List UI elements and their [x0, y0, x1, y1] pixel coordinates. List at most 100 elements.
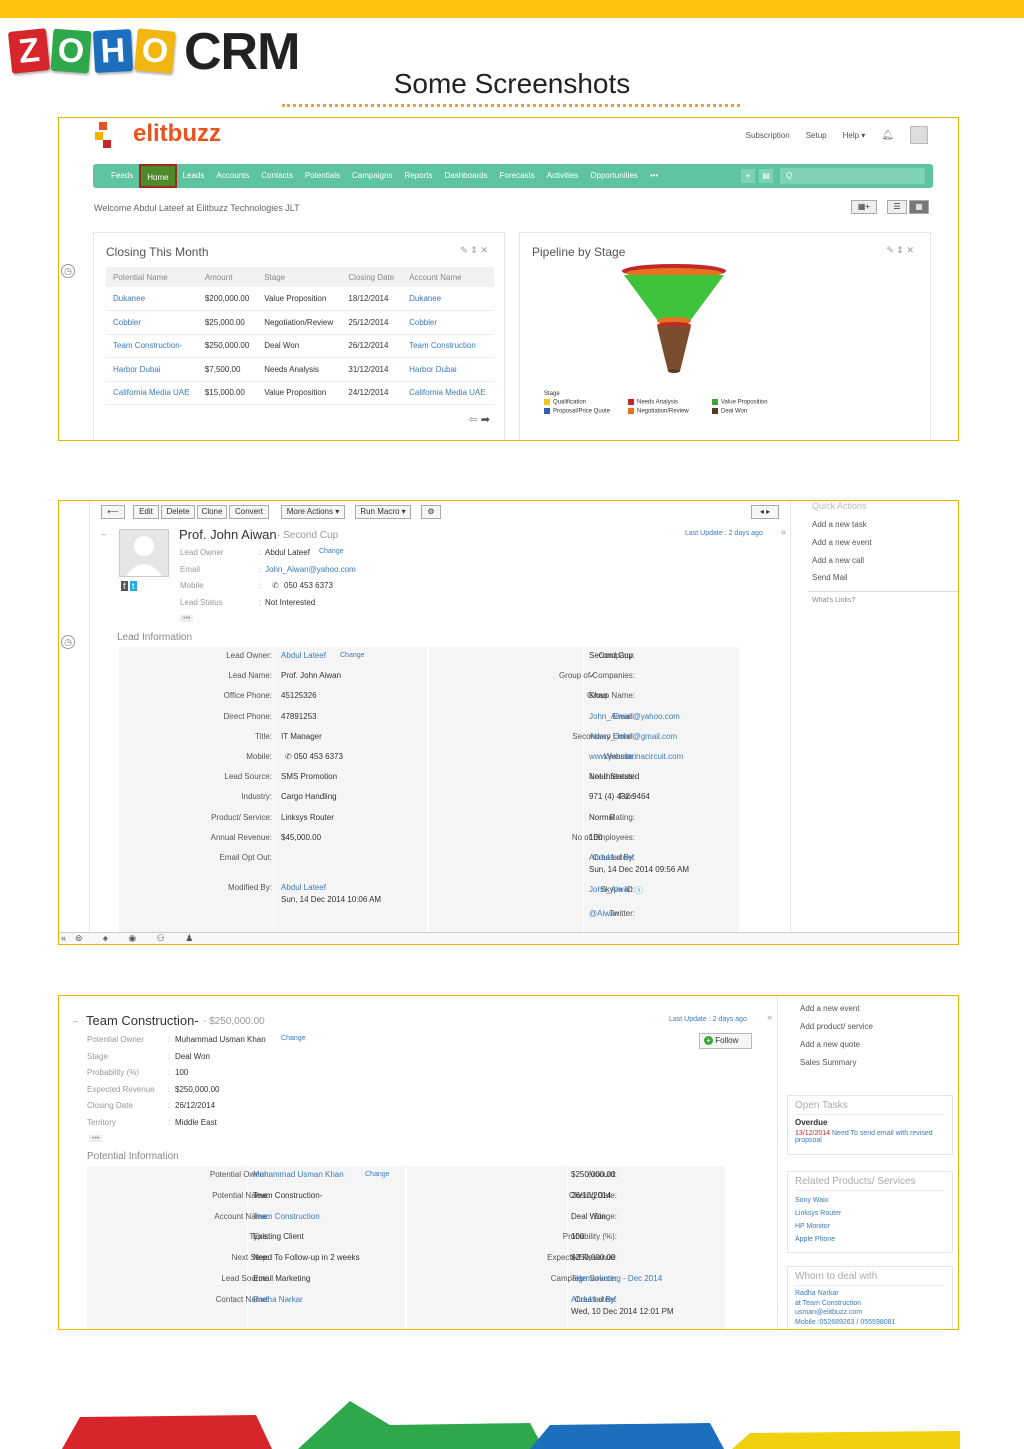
run-macro-button[interactable]: Run Macro ▾ — [355, 505, 411, 519]
field-value[interactable]: Abdul Lateef — [589, 853, 634, 862]
contact-company[interactable]: at Team Construction — [795, 1299, 945, 1309]
subscription-link[interactable]: Subscription — [746, 131, 790, 140]
help-menu[interactable]: Help ▾ — [843, 131, 866, 140]
field-value[interactable]: Team Construction — [253, 1212, 320, 1221]
clone-button[interactable]: Clone — [197, 505, 227, 519]
add-task-link[interactable]: Add a new task — [812, 520, 867, 529]
change-link[interactable]: Change — [365, 1171, 390, 1178]
nav-potentials[interactable]: Potentials — [299, 164, 346, 188]
table-cell[interactable]: Cobbler — [106, 310, 198, 335]
layout-grid-icon[interactable]: ▦ — [909, 200, 929, 214]
skype-icon[interactable]: ⓢ — [635, 885, 643, 896]
table-cell[interactable]: Dukanee — [402, 287, 494, 311]
column-header[interactable]: Stage — [257, 267, 342, 287]
field-value[interactable]: John_Aiwan — [589, 885, 633, 894]
nav-home[interactable]: Home — [139, 164, 177, 188]
gear-icon[interactable]: ⚙ — [421, 505, 441, 519]
more-dots[interactable]: ••• — [89, 1135, 103, 1142]
change-link[interactable]: Change — [319, 548, 344, 555]
add-event-link[interactable]: Add a new event — [812, 538, 872, 547]
summary-value[interactable]: John_Aiwan@yahoo.com — [265, 565, 356, 574]
add-icon[interactable]: + — [741, 169, 755, 183]
more-actions-button[interactable]: More Actions ▾ — [281, 505, 345, 519]
nav-campaigns[interactable]: Campaigns — [346, 164, 398, 188]
field-value[interactable]: Abdul Lateef — [281, 651, 326, 660]
add-widget-button[interactable]: ▦+ — [851, 200, 877, 214]
field-value[interactable]: John_Aiwan@yahoo.com — [589, 712, 680, 721]
back-arrow-icon[interactable]: ⟵ — [101, 505, 125, 519]
add-product-link[interactable]: Add product/ service — [800, 1022, 873, 1031]
nav-feeds[interactable]: Feeds — [105, 164, 139, 188]
more-dots[interactable]: ••• — [180, 615, 194, 622]
phone-icon[interactable]: ✆ — [285, 752, 292, 761]
nav-forecasts[interactable]: Forecasts — [494, 164, 541, 188]
nav-reports[interactable]: Reports — [398, 164, 438, 188]
social-icons[interactable]: f t — [121, 581, 137, 591]
bell-icon[interactable]: 🔔︎ — [881, 130, 894, 141]
related-item[interactable]: Apple Phone — [795, 1233, 945, 1246]
add-quote-link[interactable]: Add a new quote — [800, 1040, 873, 1049]
panel-tools-icon[interactable]: ✎ ⇕ ✕ — [886, 245, 914, 256]
field-value[interactable]: Aiwan_John@gmail.com — [589, 732, 677, 741]
nav-more[interactable]: ••• — [644, 164, 664, 188]
phone-icon[interactable]: ✆ — [272, 581, 279, 590]
field-value[interactable]: Muhammad Usman Khan — [253, 1170, 344, 1179]
prev-next-icon[interactable]: ◂ ▸ — [751, 505, 779, 519]
contact-email[interactable]: usman@elitbuzz.com — [795, 1308, 945, 1318]
add-call-link[interactable]: Add a new call — [812, 556, 864, 565]
panel-tools-icon[interactable]: ✎ ⇕ ✕ — [460, 245, 488, 256]
table-cell[interactable]: Team Construction- — [106, 334, 198, 358]
nav-opportunities[interactable]: Opportunities — [584, 164, 644, 188]
sales-summary-link[interactable]: Sales Summary — [800, 1058, 873, 1067]
related-item[interactable]: Linksys Router — [795, 1207, 945, 1220]
delete-button[interactable]: Delete — [161, 505, 195, 519]
field-value[interactable]: Radha Narkar — [253, 1295, 303, 1304]
nav-contacts[interactable]: Contacts — [255, 164, 299, 188]
column-header[interactable]: Amount — [197, 267, 258, 287]
table-cell[interactable]: Team Construction — [402, 334, 494, 358]
related-item[interactable]: HP Monitor — [795, 1220, 945, 1233]
column-header[interactable]: Closing Date — [341, 267, 403, 287]
pager-arrows-icon[interactable]: ⇦ ➡ — [469, 413, 491, 426]
bottom-toolbar[interactable]: «⊚ ♠ ◉ ⚇ ♟ — [59, 932, 958, 944]
send-mail-link[interactable]: Send Mail — [812, 573, 848, 582]
nav-activities[interactable]: Activities — [541, 164, 585, 188]
whats-links[interactable]: What's Links? — [812, 597, 855, 604]
nav-accounts[interactable]: Accounts — [210, 164, 255, 188]
field-value[interactable]: @Aiwan — [589, 909, 619, 918]
field-value[interactable]: Abdul Lateef — [571, 1295, 616, 1304]
layout-list-icon[interactable]: ☰ — [887, 200, 907, 214]
table-cell[interactable]: California Media UAE — [402, 381, 494, 405]
edit-button[interactable]: Edit — [133, 505, 159, 519]
nav-dashboards[interactable]: Dashboards — [438, 164, 493, 188]
convert-button[interactable]: Convert — [229, 505, 269, 519]
field-value[interactable]: Telemarketing - Dec 2014 — [571, 1274, 662, 1283]
table-cell[interactable]: California Media UAE — [106, 381, 198, 405]
collapse-icon[interactable]: – — [73, 1016, 78, 1026]
calendar-icon[interactable]: ▤ — [759, 169, 773, 183]
expand-icon[interactable]: » — [781, 527, 786, 537]
expand-icon[interactable]: » — [767, 1012, 772, 1022]
related-item[interactable]: Sony Waio — [795, 1194, 945, 1207]
change-link[interactable]: Change — [281, 1035, 306, 1042]
field-value[interactable]: Abdul Lateef — [281, 883, 326, 892]
add-event-link[interactable]: Add a new event — [800, 1004, 873, 1013]
setup-link[interactable]: Setup — [806, 131, 827, 140]
table-cell[interactable]: Harbor Dubai — [106, 357, 198, 382]
table-cell[interactable]: Harbor Dubai — [402, 357, 494, 382]
search-input[interactable]: Q — [780, 168, 925, 184]
overdue-task[interactable]: 13/12/2014 Need To send email with revis… — [795, 1130, 945, 1144]
clock-icon[interactable]: ◷ — [61, 635, 75, 649]
column-header[interactable]: Potential Name — [106, 267, 198, 287]
collapse-icon[interactable]: – — [101, 529, 106, 539]
contact-name[interactable]: Radha Narkar — [795, 1289, 945, 1299]
change-link[interactable]: Change — [340, 652, 365, 659]
table-cell[interactable]: Dukanee — [106, 287, 198, 311]
clock-icon[interactable]: ◷ — [61, 264, 75, 278]
column-header[interactable]: Account Name — [402, 267, 494, 287]
nav-leads[interactable]: Leads — [177, 164, 211, 188]
avatar[interactable] — [910, 126, 928, 144]
table-cell[interactable]: Cobbler — [402, 310, 494, 335]
follow-button[interactable]: + Follow — [699, 1033, 752, 1049]
field-value[interactable]: www.yasmarinacircuit.com — [589, 752, 683, 761]
